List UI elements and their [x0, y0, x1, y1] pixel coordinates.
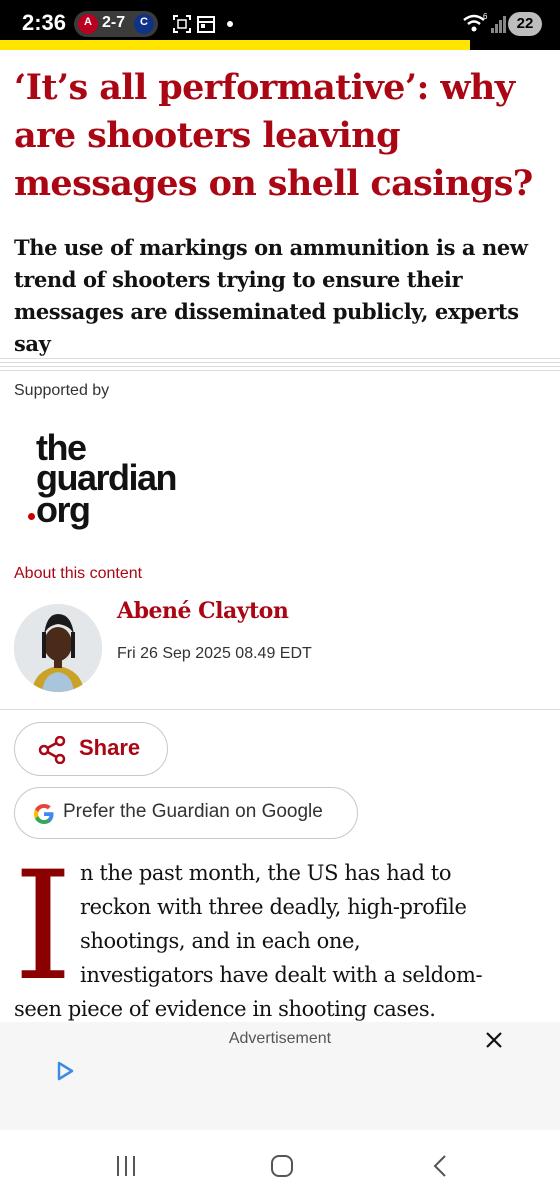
header-highlight-bar	[0, 40, 470, 50]
article-standfirst: The use of markings on ammunition is a n…	[14, 235, 528, 356]
share-label: Share	[79, 735, 141, 760]
author-portrait	[14, 604, 102, 692]
google-icon	[34, 804, 54, 824]
section-divider	[0, 358, 560, 372]
article-body: n the past month, the US has had to reck…	[14, 856, 546, 1026]
wifi-icon: 6	[463, 12, 488, 32]
svg-text:6: 6	[483, 12, 488, 21]
supported-by-label: Supported by	[14, 382, 110, 399]
score-widget[interactable]: A 2-7 C	[74, 11, 158, 37]
battery-icon: 22	[508, 12, 542, 36]
close-icon[interactable]	[482, 1028, 506, 1052]
screenshot-icon	[173, 15, 191, 33]
recents-icon[interactable]	[114, 1154, 138, 1178]
byline-divider	[0, 709, 560, 710]
logo-dot	[28, 513, 35, 520]
publish-date: Fri 26 Sep 2025 08.49 EDT	[117, 645, 312, 662]
body-line: seen piece of evidence in shooting cases…	[14, 997, 436, 1021]
angels-logo-icon: A	[78, 14, 98, 34]
calendar-icon	[197, 16, 215, 33]
about-this-content-link[interactable]: About this content	[14, 565, 142, 583]
play-icon[interactable]	[54, 1060, 76, 1082]
advertisement-panel[interactable]: Advertisement	[0, 1022, 560, 1130]
signal-icon	[491, 16, 506, 33]
cubs-logo-icon: C	[134, 14, 154, 34]
body-line: n the past month, the US has had to	[80, 861, 452, 885]
author-name[interactable]: Abené Clayton	[117, 598, 289, 624]
body-line: shootings, and in each one,	[80, 929, 361, 953]
body-line: investigators have dealt with a seldom-	[80, 963, 483, 987]
article-headline: ‘It’s all performative’: why are shooter…	[14, 67, 533, 204]
author-avatar[interactable]	[14, 604, 102, 692]
home-icon[interactable]	[270, 1154, 294, 1178]
google-label: Prefer the Guardian on Google	[63, 801, 323, 822]
notification-dot-icon	[227, 21, 233, 27]
system-nav-bar	[0, 1130, 560, 1200]
share-icon	[38, 736, 66, 764]
sponsor-logo[interactable]: the guardian org	[28, 430, 208, 530]
advertisement-label: Advertisement	[228, 1030, 332, 1047]
back-icon[interactable]	[430, 1154, 450, 1178]
prefer-guardian-google-button[interactable]: Prefer the Guardian on Google	[14, 787, 358, 839]
status-time: 2:36	[22, 10, 67, 35]
score-text: 2-7	[102, 14, 126, 31]
body-line: reckon with three deadly, high-profile	[80, 895, 467, 919]
logo-line-3: org	[36, 489, 91, 530]
share-button[interactable]: Share	[14, 722, 168, 776]
